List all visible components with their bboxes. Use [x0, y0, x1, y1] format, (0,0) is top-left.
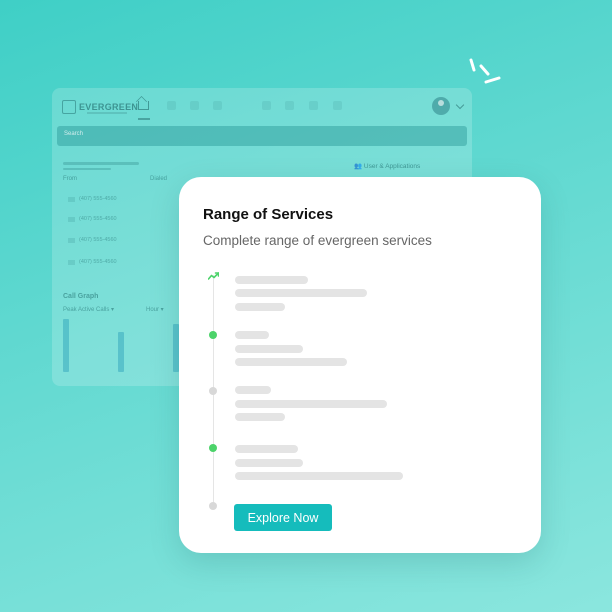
- nav-icon-3[interactable]: [213, 101, 222, 110]
- graph-bar: [63, 319, 69, 372]
- call-number: (407) 555-4560: [79, 259, 117, 265]
- nav-icon-6[interactable]: [309, 101, 318, 110]
- section-subheading-bar: [63, 168, 111, 170]
- card-subtitle: Complete range of evergreen services: [203, 233, 432, 248]
- nav-icon-1[interactable]: [167, 101, 176, 110]
- peak-calls-dropdown[interactable]: Peak Active Calls ▾: [63, 306, 114, 313]
- avatar[interactable]: [432, 97, 450, 115]
- skeleton-line: [235, 472, 403, 480]
- call-row[interactable]: (407) 555-4560: [68, 259, 117, 265]
- logo-mark-icon: [62, 100, 76, 114]
- active-nav-indicator: [138, 118, 150, 120]
- services-card: Range of Services Complete range of ever…: [179, 177, 541, 553]
- skeleton-line: [235, 413, 285, 421]
- skeleton-line: [235, 345, 303, 353]
- call-graph-title: Call Graph: [63, 293, 99, 300]
- phone-icon: [68, 196, 75, 202]
- explore-now-button[interactable]: Explore Now: [234, 504, 332, 531]
- status-dot-active: [209, 444, 217, 452]
- nav-icon-4[interactable]: [262, 101, 271, 110]
- skeleton-line: [235, 289, 367, 297]
- user-applications-label: User & Applications: [363, 163, 421, 170]
- logo-text: EVERGREEN: [79, 102, 139, 112]
- users-icon: 👥: [354, 163, 364, 170]
- user-applications-link[interactable]: 👥 User & Applications: [354, 162, 420, 170]
- search-input[interactable]: Search: [57, 126, 467, 146]
- status-dot-inactive: [209, 387, 217, 395]
- search-placeholder: Search: [64, 131, 84, 137]
- skeleton-line: [235, 400, 387, 408]
- call-row[interactable]: (407) 555-4560: [68, 196, 117, 202]
- chevron-down-icon[interactable]: [455, 100, 465, 110]
- logo-tagline: [87, 112, 127, 114]
- call-number: (407) 555-4560: [79, 196, 117, 202]
- hour-dropdown[interactable]: Hour ▾: [146, 306, 164, 313]
- status-dot-inactive: [209, 502, 217, 510]
- skeleton-line: [235, 358, 347, 366]
- dashboard-topbar: EVERGREEN: [52, 88, 472, 124]
- trend-up-icon: [208, 272, 219, 280]
- call-number: (407) 555-4560: [79, 216, 117, 222]
- skeleton-line: [235, 303, 285, 311]
- phone-icon: [68, 259, 75, 265]
- skeleton-line: [235, 331, 269, 339]
- phone-icon: [68, 216, 75, 222]
- skeleton-line: [235, 445, 298, 453]
- home-icon[interactable]: [138, 101, 149, 110]
- call-number: (407) 555-4560: [79, 237, 117, 243]
- skeleton-line: [235, 276, 308, 284]
- call-row[interactable]: (407) 555-4560: [68, 216, 117, 222]
- call-row[interactable]: (407) 555-4560: [68, 237, 117, 243]
- nav-icon-5[interactable]: [285, 101, 294, 110]
- skeleton-line: [235, 386, 271, 394]
- sparkle-burst-icon: [469, 58, 501, 84]
- section-heading-bar: [63, 162, 139, 165]
- nav-icon-7[interactable]: [333, 101, 342, 110]
- column-header-dialed: Dialed: [150, 176, 168, 182]
- phone-icon: [68, 237, 75, 243]
- column-header-from: From: [63, 176, 77, 182]
- status-dot-active: [209, 331, 217, 339]
- card-title: Range of Services: [203, 206, 334, 223]
- nav-icon-2[interactable]: [190, 101, 199, 110]
- graph-bar: [118, 332, 124, 372]
- skeleton-line: [235, 459, 303, 467]
